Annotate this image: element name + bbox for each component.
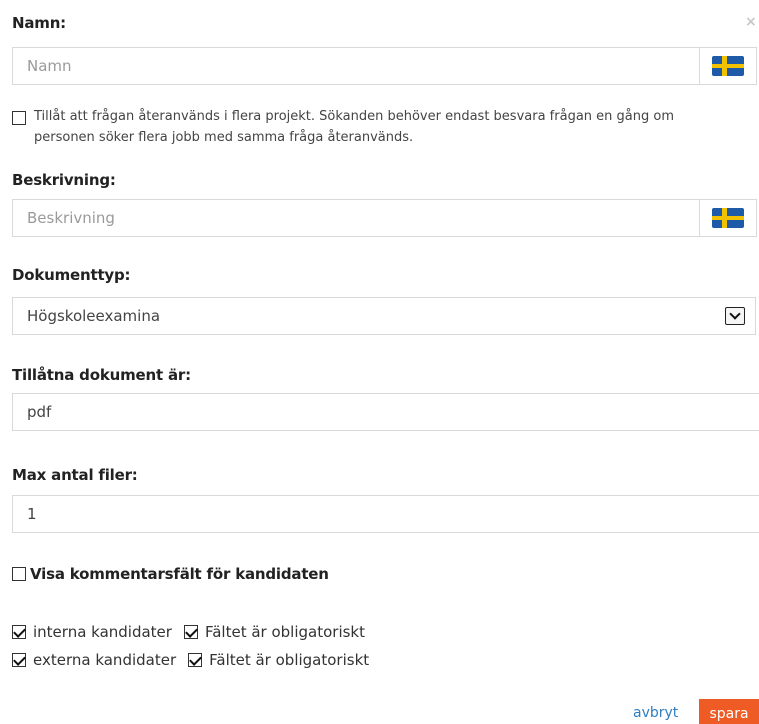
external-candidates-checkbox[interactable]: [12, 653, 26, 667]
name-language-button[interactable]: [699, 47, 757, 85]
internal-required-label: Fältet är obligatoriskt: [204, 623, 365, 641]
internal-candidates-row: interna kandidater Fältet är obligatoris…: [12, 623, 365, 641]
name-input[interactable]: Namn: [12, 47, 700, 85]
document-type-value: Högskoleexamina: [27, 307, 161, 325]
reuse-text: Tillåt att frågan återanvänds i flera pr…: [34, 109, 674, 145]
external-candidates-row: externa kandidater Fältet är obligatoris…: [12, 651, 369, 669]
allowed-documents-input[interactable]: pdf: [12, 393, 759, 431]
internal-candidates-label: interna kandidater: [33, 623, 172, 641]
internal-candidates-checkbox[interactable]: [12, 625, 26, 639]
save-button[interactable]: spara: [699, 699, 759, 724]
swedish-flag-icon: [712, 208, 744, 228]
comment-field-checkbox[interactable]: [12, 567, 26, 581]
reuse-checkbox[interactable]: [12, 111, 26, 125]
description-language-button[interactable]: [699, 199, 757, 237]
external-required-label: Fältet är obligatoriskt: [209, 651, 370, 669]
description-placeholder: Beskrivning: [27, 209, 115, 227]
comment-field-row: Visa kommentarsfält för kandidaten: [12, 565, 329, 583]
external-candidates-label: externa kandidater: [33, 651, 177, 669]
description-input[interactable]: Beskrivning: [12, 199, 700, 237]
internal-required-checkbox[interactable]: [183, 625, 198, 639]
allowed-documents-label: Tillåtna dokument är:: [12, 366, 191, 384]
max-files-input[interactable]: 1: [12, 495, 759, 533]
name-placeholder: Namn: [27, 57, 72, 75]
allowed-documents-value: pdf: [27, 403, 52, 421]
close-icon[interactable]: ×: [745, 14, 757, 30]
max-files-label: Max antal filer:: [12, 466, 138, 484]
description-label: Beskrivning:: [12, 171, 116, 189]
chevron-down-icon[interactable]: [725, 307, 745, 325]
document-type-label: Dokumenttyp:: [12, 266, 131, 284]
document-type-select[interactable]: Högskoleexamina: [12, 297, 756, 335]
external-required-checkbox[interactable]: [188, 653, 203, 667]
swedish-flag-icon: [712, 56, 744, 76]
max-files-value: 1: [27, 505, 37, 523]
name-label: Namn:: [12, 14, 66, 32]
cancel-link[interactable]: avbryt: [633, 705, 678, 721]
reuse-checkbox-row: [12, 110, 26, 129]
comment-field-label: Visa kommentarsfält för kandidaten: [30, 565, 329, 583]
